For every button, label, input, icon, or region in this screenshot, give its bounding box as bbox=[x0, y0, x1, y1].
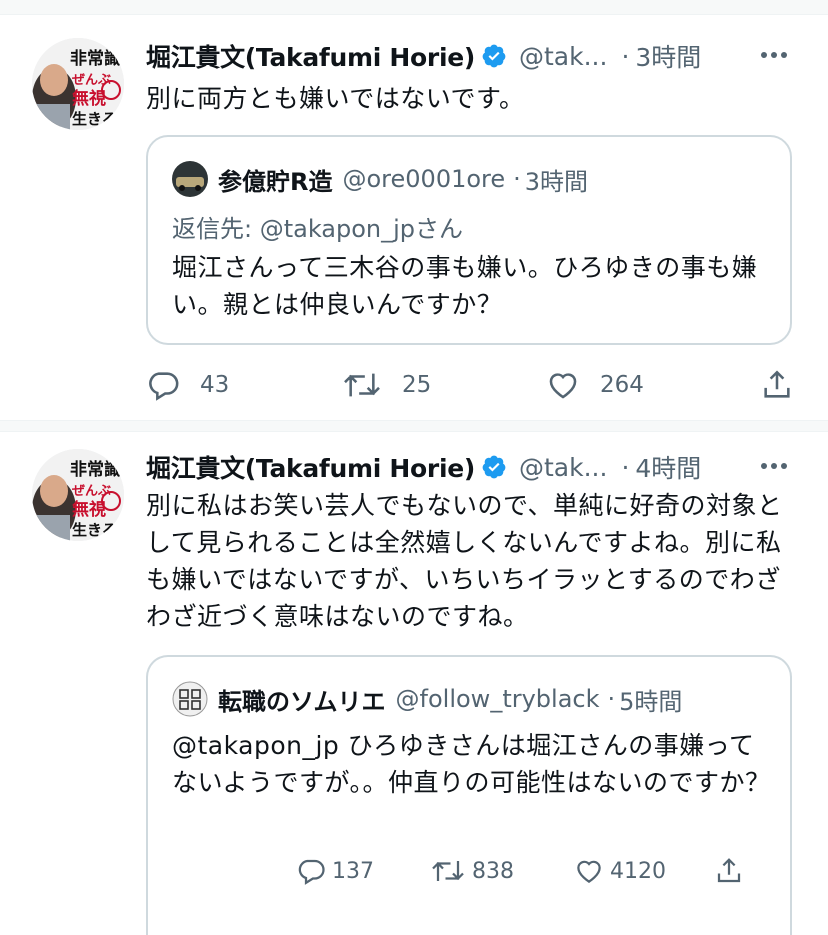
like-button[interactable]: 264 bbox=[546, 365, 644, 405]
quoted-tweet[interactable]: 転職のソムリエ @follow_tryblack · 5時間 @takapon_… bbox=[146, 655, 792, 935]
quoted-tweet-text: 堀江さんって三木谷の事も嫌い。ひろゆきの事も嫌い。親とは仲良いんですか？ bbox=[172, 253, 758, 319]
author-name[interactable]: 堀江貴文(Takafumi Horie) bbox=[146, 38, 475, 74]
avatar-text-2: ぜんぶ bbox=[72, 484, 111, 499]
avatar-text-4: 生きる bbox=[72, 110, 117, 128]
quoted-author-avatar bbox=[172, 161, 208, 197]
reply-icon bbox=[298, 859, 325, 885]
quoted-author-avatar bbox=[172, 681, 208, 717]
tweet-actions: 43 25 264 bbox=[146, 365, 802, 405]
top-separator bbox=[0, 0, 828, 15]
quoted-tweet-text: @takapon_jp ひろゆきさんは堀江さんの事嫌ってないようですが。。仲直り… bbox=[172, 731, 771, 797]
reply-button[interactable]: 43 bbox=[146, 365, 229, 405]
tweet-1[interactable]: 非常識 ぜんぶ 無視 生きる 堀江貴文(Takafumi Horie) @tak… bbox=[0, 14, 828, 420]
quoted-author-handle: @follow_tryblack bbox=[395, 685, 600, 713]
retweet-icon bbox=[432, 861, 464, 881]
quoted-reply-count: 137 bbox=[332, 858, 374, 884]
avatar-text-3: 無視 bbox=[72, 88, 106, 109]
heart-icon bbox=[577, 860, 601, 883]
separator-dot: · bbox=[513, 165, 521, 193]
quoted-tweet[interactable]: 参億貯R造 @ore0001ore · 3時間 返信先: @takapon_jp… bbox=[146, 135, 792, 345]
separator-dot: · bbox=[621, 452, 630, 482]
tweet-text: 別に両方とも嫌いではないです。 bbox=[146, 84, 525, 113]
author-avatar[interactable]: 非常識 ぜんぶ 無視 生きる bbox=[32, 38, 124, 130]
author-name[interactable]: 堀江貴文(Takafumi Horie) bbox=[146, 449, 475, 485]
quoted-like-button[interactable]: 4120 bbox=[574, 853, 666, 889]
tweet-time[interactable]: 4時間 bbox=[635, 449, 701, 485]
share-button[interactable] bbox=[760, 365, 794, 405]
separator-dot: · bbox=[621, 41, 630, 71]
retweet-count: 25 bbox=[402, 372, 432, 398]
reply-icon bbox=[149, 372, 179, 401]
quoted-author-name: 転職のソムリエ bbox=[218, 687, 386, 716]
tweet-header: 堀江貴文(Takafumi Horie) @tak... · 4時間 bbox=[146, 447, 701, 487]
tweet-2[interactable]: 非常識 ぜんぶ 無視 生きる 堀江貴文(Takafumi Horie) @tak… bbox=[0, 431, 828, 935]
quoted-share-button[interactable] bbox=[714, 853, 750, 889]
quoted-author-handle: @ore0001ore bbox=[342, 165, 506, 193]
more-options-icon[interactable] bbox=[754, 40, 794, 70]
author-avatar[interactable]: 非常識 ぜんぶ 無視 生きる bbox=[32, 449, 124, 541]
quoted-reply-button[interactable]: 137 bbox=[296, 853, 374, 889]
quoted-tweet-time: 3時間 bbox=[524, 167, 589, 196]
tweet-time[interactable]: 3時間 bbox=[635, 38, 701, 74]
quoted-like-count: 4120 bbox=[610, 858, 666, 884]
tweet-text: 別に私はお笑い芸人でもないので、単純に好奇の対象として見られることは全然嬉しくな… bbox=[146, 491, 783, 631]
verified-badge-icon bbox=[482, 455, 506, 479]
avatar-text-1: 非常識 bbox=[70, 48, 121, 69]
quoted-retweet-count: 838 bbox=[472, 858, 514, 884]
quoted-retweet-button[interactable]: 838 bbox=[430, 853, 514, 889]
share-icon bbox=[764, 370, 790, 398]
avatar-text-3: 無視 bbox=[72, 499, 106, 520]
quoted-tweet-time: 5時間 bbox=[619, 687, 683, 716]
avatar-text-1: 非常識 bbox=[70, 459, 121, 480]
avatar-text-2: ぜんぶ bbox=[72, 73, 111, 88]
quoted-tweet-header: 転職のソムリエ @follow_tryblack · 5時間 bbox=[172, 679, 682, 719]
avatar-text-4: 生きる bbox=[72, 521, 117, 539]
verified-badge-icon bbox=[482, 44, 506, 68]
heart-icon bbox=[549, 373, 577, 399]
quoted-tweet-actions: 137 838 4120 bbox=[146, 853, 746, 889]
quoted-reply-to: 返信先: @takapon_jpさん bbox=[172, 215, 464, 243]
more-options-icon[interactable] bbox=[754, 451, 794, 481]
retweet-button[interactable]: 25 bbox=[342, 365, 431, 405]
tweet-header: 堀江貴文(Takafumi Horie) @tak... · 3時間 bbox=[146, 36, 701, 76]
reply-count: 43 bbox=[200, 372, 230, 398]
separator-dot: · bbox=[607, 685, 616, 713]
author-handle[interactable]: @tak... bbox=[519, 453, 607, 482]
quoted-tweet-header: 参億貯R造 @ore0001ore · 3時間 bbox=[172, 159, 588, 199]
quoted-author-name: 参億貯R造 bbox=[218, 167, 333, 196]
like-count: 264 bbox=[600, 372, 644, 398]
retweet-icon bbox=[344, 373, 380, 397]
author-handle[interactable]: @tak... bbox=[519, 42, 607, 71]
share-icon bbox=[717, 858, 741, 883]
